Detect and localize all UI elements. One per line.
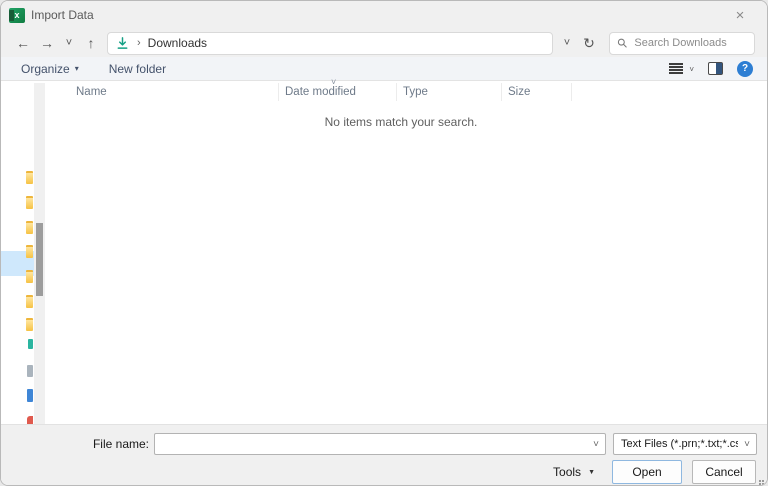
breadcrumb-downloads[interactable]: Downloads: [148, 36, 207, 50]
organize-label: Organize: [21, 62, 70, 76]
open-button[interactable]: Open: [612, 460, 682, 484]
file-name-combobox[interactable]: ˅: [154, 433, 606, 455]
triangle-down-icon: ▼: [588, 469, 595, 476]
search-input[interactable]: [634, 37, 747, 49]
documents-icon[interactable]: [27, 389, 33, 402]
navigation-pane[interactable]: [1, 83, 34, 428]
forward-icon[interactable]: →: [35, 31, 59, 55]
folder-icon[interactable]: [26, 196, 33, 209]
folder-icon[interactable]: [26, 171, 33, 184]
search-icon: [617, 37, 627, 49]
action-buttons-row: Tools ▼ Open Cancel: [1, 460, 767, 484]
resize-grip[interactable]: [756, 474, 764, 482]
address-bar[interactable]: › Downloads: [107, 32, 553, 55]
list-view-icon: [669, 63, 683, 73]
column-header-name[interactable]: Name: [46, 83, 278, 101]
chevron-down-icon: ˅: [738, 439, 756, 450]
recent-locations-icon[interactable]: ˅: [59, 31, 79, 55]
column-header-size[interactable]: Size: [501, 83, 572, 101]
up-icon[interactable]: ↑: [79, 31, 103, 55]
chevron-down-icon: ▾: [75, 64, 79, 73]
window-title: Import Data: [31, 8, 94, 22]
command-toolbar: Organize ▾ New folder ˅ ?: [1, 57, 767, 81]
file-list-area: Name ˅ Date modified Type Size No items …: [46, 83, 767, 428]
organize-button[interactable]: Organize ▾: [21, 59, 79, 79]
address-dropdown-icon[interactable]: ˅: [556, 31, 578, 55]
change-view-button[interactable]: ˅: [669, 63, 694, 74]
column-headers: Name ˅ Date modified Type Size: [46, 83, 767, 101]
new-folder-button[interactable]: New folder: [109, 59, 166, 79]
sort-indicator-icon: ˅: [331, 77, 336, 87]
folder-icon[interactable]: [26, 270, 33, 283]
dialog-footer: File name: ˅ Text Files (*.prn;*.txt;*.c…: [1, 424, 767, 485]
back-icon[interactable]: ←: [11, 31, 35, 55]
dialog-body: Name ˅ Date modified Type Size No items …: [1, 83, 767, 428]
file-name-label: File name:: [1, 437, 149, 451]
help-icon[interactable]: ?: [737, 61, 753, 77]
search-box[interactable]: [609, 32, 755, 55]
file-name-input[interactable]: [155, 434, 587, 454]
column-header-type[interactable]: Type: [396, 83, 501, 101]
navigation-bar: ← → ˅ ↑ › Downloads ˅ ↻: [1, 29, 767, 57]
downloads-folder-icon: [116, 37, 129, 50]
import-data-dialog: x Import Data × ← → ˅ ↑ › Downloads ˅ ↻: [0, 0, 768, 486]
chevron-down-icon[interactable]: ˅: [587, 439, 605, 450]
empty-results-message: No items match your search.: [46, 115, 756, 129]
folder-icon[interactable]: [26, 295, 33, 308]
file-name-row: File name: ˅ Text Files (*.prn;*.txt;*.c…: [1, 433, 767, 455]
title-bar: x Import Data ×: [1, 1, 767, 29]
drive-icon[interactable]: [27, 365, 33, 377]
cancel-button[interactable]: Cancel: [692, 460, 756, 484]
excel-app-icon: x: [9, 8, 25, 23]
preview-pane-icon[interactable]: [708, 62, 723, 75]
refresh-icon[interactable]: ↻: [578, 31, 600, 55]
column-header-date-modified[interactable]: ˅ Date modified: [278, 83, 396, 101]
scrollbar-thumb[interactable]: [36, 223, 43, 296]
toolbar-right-group: ˅ ?: [669, 61, 753, 77]
sidebar-scrollbar[interactable]: [34, 83, 45, 428]
close-icon[interactable]: ×: [727, 4, 753, 26]
folder-icon[interactable]: [26, 245, 33, 258]
folder-icon[interactable]: [26, 221, 33, 234]
downloads-icon[interactable]: [28, 339, 33, 349]
file-type-value: Text Files (*.prn;*.txt;*.csv): [614, 438, 738, 450]
breadcrumb-chevron-icon: ›: [137, 37, 141, 49]
view-caret-icon: ˅: [689, 65, 694, 74]
file-type-select[interactable]: Text Files (*.prn;*.txt;*.csv) ˅: [613, 433, 757, 455]
tools-menu-button[interactable]: Tools ▼: [553, 465, 595, 479]
folder-icon[interactable]: [26, 318, 33, 331]
new-folder-label: New folder: [109, 62, 166, 76]
